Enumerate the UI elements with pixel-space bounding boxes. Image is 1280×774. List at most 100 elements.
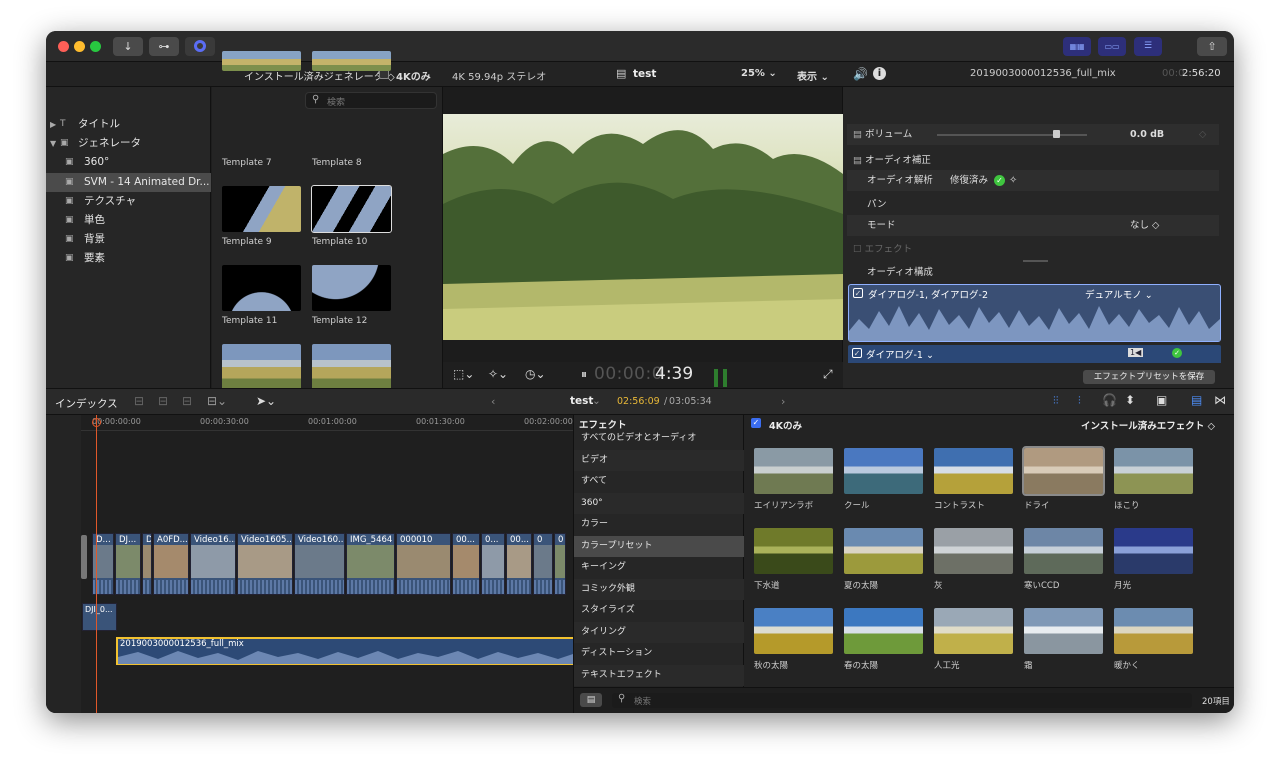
sidebar-item-2[interactable]: ▣ 360° [46, 153, 211, 172]
overwrite-clip-icon[interactable]: ⊟⌄ [207, 394, 227, 408]
effects-category-item[interactable]: ディストーション [574, 643, 744, 664]
effects-category-item[interactable]: すべて [574, 471, 744, 492]
timeline-clip[interactable]: D [142, 533, 152, 595]
effect-thumbnail[interactable] [934, 608, 1013, 654]
transitions-icon[interactable]: ⋈ [1214, 393, 1226, 407]
timeline-clip[interactable]: 0... [481, 533, 505, 595]
timeline-clip[interactable]: 00... [506, 533, 532, 595]
effect-thumbnail[interactable] [934, 528, 1013, 574]
zoom-window-button[interactable] [90, 41, 101, 52]
skimming-icon[interactable]: ⫶⫶ [1053, 394, 1059, 408]
auto-enhance-wand-icon[interactable]: ✧ [1009, 170, 1017, 191]
index-button[interactable]: インデックス [55, 396, 118, 411]
effects-category-item[interactable]: 360° [574, 492, 744, 514]
audio-clip[interactable]: 2019003000012536_full_mix [116, 637, 573, 665]
effect-thumbnail[interactable] [1114, 528, 1193, 574]
effect-thumbnail[interactable] [844, 528, 923, 574]
volume-slider-handle[interactable] [1053, 130, 1060, 138]
effect-thumbnail[interactable] [1022, 446, 1105, 496]
timeline-clip[interactable]: 0 [533, 533, 553, 595]
select-tool-icon[interactable]: ➤⌄ [256, 394, 276, 408]
playhead-head[interactable] [92, 418, 101, 427]
timeline-clip[interactable]: Video16... [190, 533, 236, 595]
sidebar-item-4[interactable]: ▣ テクスチャ [46, 192, 211, 211]
template-thumbnail-13[interactable] [222, 344, 301, 390]
volume-slider[interactable] [937, 134, 1087, 136]
audio-inspector-icon[interactable]: 🔊 [853, 67, 868, 81]
sidebar-item-3[interactable]: ▣ SVM - 14 Animated Dr... [46, 172, 211, 192]
effect-thumbnail[interactable] [754, 448, 833, 494]
save-effects-preset-button[interactable]: エフェクトプリセットを保存 [1083, 370, 1215, 384]
effect-thumbnail[interactable] [1114, 448, 1193, 494]
sidebar-item-0[interactable]: ▶ T タイトル [46, 115, 211, 134]
effects-category-item[interactable]: スタイライズ [574, 600, 744, 621]
timeline-ruler[interactable]: 00:00:00:00 00:00:30:00 00:01:00:00 00:01:3… [81, 415, 573, 431]
timeline-clip[interactable]: DJ... [115, 533, 141, 595]
effect-thumbnail[interactable] [1024, 528, 1103, 574]
history-back-icon[interactable]: ‹ [491, 395, 495, 408]
template-thumbnail-10[interactable] [311, 185, 392, 233]
channel1-checkbox[interactable]: ✓ [852, 348, 862, 358]
audio-skimming-icon[interactable]: ⫶ [1078, 394, 1081, 408]
zoom-menu[interactable]: 25% ⌄ [741, 68, 777, 79]
timeline-clip[interactable]: Video160... [294, 533, 345, 595]
history-forward-icon[interactable]: › [781, 395, 785, 408]
append-clip-icon[interactable]: ⊟ [134, 394, 144, 408]
template-thumbnail-9[interactable] [222, 186, 301, 232]
retime-icon[interactable]: ◷⌄ [525, 367, 546, 381]
effects-category-item[interactable]: すべてのビデオとオーディオ [574, 428, 744, 449]
timeline-clip[interactable]: 000010 [396, 533, 451, 595]
config-main-checkbox[interactable]: ✓ [853, 288, 863, 298]
connected-clip[interactable]: DJI_0... [82, 603, 117, 631]
transform-icon[interactable]: ⬚⌄ [453, 367, 474, 381]
effects-category-item[interactable]: テキストエフェクト [574, 664, 744, 686]
effect-thumbnail[interactable] [844, 608, 923, 654]
effect-thumbnail[interactable] [844, 448, 923, 494]
sidebar-item-1[interactable]: ▼ ▣ ジェネレータ [46, 134, 211, 153]
project-menu-chevron-icon[interactable]: ⌄ [592, 395, 601, 407]
disclosure-icon[interactable]: ▼ [50, 134, 56, 153]
keywords-key-icon[interactable]: ⊶ [149, 37, 179, 56]
template-thumbnail-14[interactable] [312, 344, 391, 390]
view-menu[interactable]: 表示 ⌄ [797, 68, 829, 83]
inspector-sliders-icon[interactable]: ☰ [1134, 37, 1162, 56]
template-thumbnail-8[interactable] [312, 51, 391, 71]
timeline-clip[interactable]: Video1605... [237, 533, 293, 595]
effects-browser-icon[interactable]: ▤ [1191, 393, 1202, 407]
sidebar-item-5[interactable]: ▣ 単色 [46, 211, 211, 230]
timeline-clip[interactable]: 0 [554, 533, 566, 595]
volume-value[interactable]: 0.0 dB [1130, 124, 1164, 145]
effects-checkbox-icon[interactable]: ☐ [853, 244, 862, 255]
timeline-clip[interactable]: 00... [452, 533, 480, 595]
timeline-clip[interactable]: A0FD... [153, 533, 189, 595]
playhead[interactable] [96, 415, 97, 713]
insert-clip-icon[interactable]: ⊟ [158, 394, 168, 408]
disclosure-icon[interactable]: ▶ [50, 115, 56, 134]
config-mode-menu[interactable]: デュアルモノ ⌄ [1085, 287, 1153, 301]
effects-category-item[interactable]: コミック外観 [574, 578, 744, 600]
effects-category-item[interactable]: キーイング [574, 557, 744, 578]
pan-mode-select[interactable]: なし ◇ [1130, 215, 1159, 236]
info-icon[interactable]: i [873, 67, 886, 80]
template-thumbnail-7[interactable] [222, 51, 301, 71]
timeline-index-icon[interactable]: ▭▭ [1098, 37, 1126, 56]
connect-clip-icon[interactable]: ⊟ [182, 394, 192, 408]
pause-icon[interactable]: ⏸ [581, 367, 587, 382]
effects-only4k-checkbox[interactable]: ✓ [751, 418, 761, 428]
effect-thumbnail[interactable] [934, 448, 1013, 494]
sidebar-toggle-icon[interactable]: ▤ [580, 693, 602, 707]
effect-thumbnail[interactable] [754, 528, 833, 574]
audio-config-main[interactable]: ✓ ダイアログ-1, ダイアログ-2 デュアルモノ ⌄ [848, 284, 1221, 342]
fullscreen-icon[interactable]: ⤢ [823, 367, 833, 382]
effects-search-input[interactable]: ⚲ 検索 [612, 693, 1192, 708]
effect-thumbnail[interactable] [754, 608, 833, 654]
close-window-button[interactable] [58, 41, 69, 52]
effect-thumbnail[interactable] [1024, 608, 1103, 654]
clip-appearance-icon[interactable]: ▣ [1156, 393, 1167, 407]
installed-effects-menu[interactable]: インストール済みエフェクト ◇ [1081, 418, 1215, 432]
effects-category-item[interactable]: カラー [574, 514, 744, 535]
search-input[interactable]: ⚲ 検索 [305, 92, 437, 109]
template-thumbnail-11[interactable] [222, 265, 301, 311]
effects-category-item[interactable]: ビデオ [574, 449, 744, 471]
share-icon[interactable]: ⇧ [1197, 37, 1227, 56]
